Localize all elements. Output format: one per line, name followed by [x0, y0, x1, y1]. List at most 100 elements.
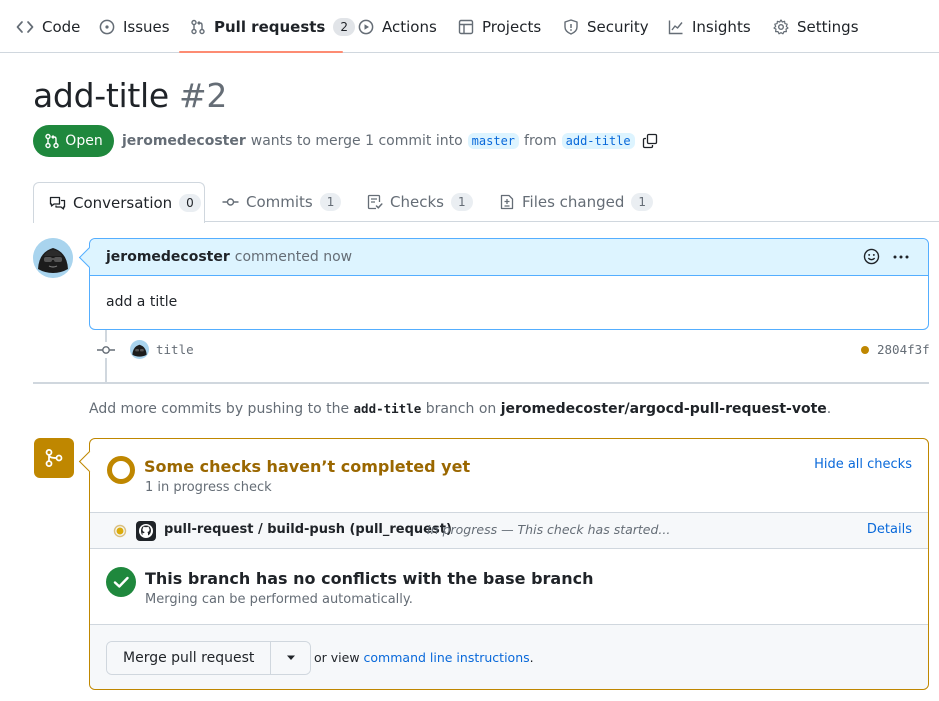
tab-checks-label: Checks	[390, 193, 444, 211]
hide-all-checks-link[interactable]: Hide all checks	[814, 457, 912, 472]
tab-conversation-label: Conversation	[73, 194, 173, 212]
commit-icon	[96, 342, 116, 358]
nav-settings-label: Settings	[797, 17, 859, 36]
kebab-horizontal-icon[interactable]	[892, 249, 910, 265]
pull-request-icon	[190, 19, 206, 35]
base-branch[interactable]: master	[467, 133, 520, 149]
nav-selected-underline	[179, 51, 343, 53]
pr-title: add-title #2	[33, 76, 227, 115]
tab-files-changed[interactable]: Files changed 1	[499, 182, 654, 222]
push-hint-prefix: Add more commits by pushing to the	[89, 401, 350, 417]
nav-code-label: Code	[42, 17, 81, 36]
check-status-text: In progress — This check has started...	[427, 522, 671, 537]
commit-message-link[interactable]: title	[156, 342, 194, 357]
tab-checks[interactable]: Checks 1	[367, 182, 473, 222]
shield-icon	[563, 18, 579, 35]
merge-button-group: Merge pull request	[106, 641, 312, 675]
tab-commits-label: Commits	[246, 193, 313, 211]
nav-security-label: Security	[587, 17, 649, 36]
graph-icon	[668, 19, 684, 35]
commit-sha-link[interactable]: 2804f3f	[877, 342, 930, 357]
commit-row: title 2804f3f	[96, 339, 930, 361]
pending-ring-icon	[106, 455, 136, 485]
conflicts-subtitle: Merging can be performed automatically.	[145, 592, 413, 607]
commit-icon	[222, 194, 239, 210]
tab-files-changed-count: 1	[631, 193, 654, 211]
cli-hint: or view command line instructions.	[314, 650, 534, 665]
commit-author-avatar[interactable]	[130, 340, 149, 359]
push-hint-suffix: .	[826, 401, 832, 417]
pr-state-label: Open	[65, 133, 103, 149]
checks-summary: Some checks haven’t completed yet 1 in p…	[90, 439, 928, 513]
checks-title: Some checks haven’t completed yet	[144, 457, 471, 476]
pr-meta: jeromedecoster wants to merge 1 commit i…	[122, 130, 658, 152]
nav-actions[interactable]: Actions	[358, 0, 437, 53]
nav-pull-requests-label: Pull requests	[214, 17, 326, 36]
nav-projects[interactable]: Projects	[458, 0, 541, 53]
merge-pull-request-button[interactable]: Merge pull request	[107, 642, 271, 674]
repo-nav: Code Issues Pull requests 2 Actions Proj…	[0, 0, 939, 53]
push-hint: Add more commits by pushing to the add-t…	[89, 401, 831, 417]
pr-author-link[interactable]: jeromedecoster	[122, 133, 246, 149]
cli-hint-suffix: .	[529, 650, 534, 665]
avatar[interactable]	[33, 238, 73, 278]
check-row: pull-request / build-push (pull_request)…	[90, 513, 928, 549]
check-details-link[interactable]: Details	[867, 522, 912, 537]
nav-actions-label: Actions	[382, 17, 437, 36]
triangle-down-icon	[286, 655, 296, 661]
comment-discussion-icon	[49, 195, 66, 211]
code-icon	[16, 19, 34, 35]
nav-pull-requests[interactable]: Pull requests 2	[190, 0, 356, 53]
nav-projects-label: Projects	[482, 17, 542, 36]
play-icon	[358, 19, 374, 35]
merge-method-dropdown[interactable]	[270, 642, 311, 674]
tab-commits[interactable]: Commits 1	[222, 182, 342, 222]
checks-subtitle: 1 in progress check	[145, 480, 272, 495]
pending-dot-icon[interactable]	[861, 346, 869, 354]
pr-from-text: from	[524, 133, 557, 149]
comment-author-link[interactable]: jeromedecoster	[106, 249, 230, 265]
pull-requests-count: 2	[333, 17, 356, 36]
nav-issues-label: Issues	[123, 17, 170, 36]
check-name[interactable]: pull-request / build-push (pull_request)	[164, 522, 452, 537]
merge-box: Some checks haven’t completed yet 1 in p…	[89, 438, 929, 690]
tab-files-changed-label: Files changed	[522, 193, 625, 211]
pr-title-text: add-title	[33, 76, 169, 115]
file-diff-icon	[499, 194, 515, 210]
timeline-end-divider	[33, 382, 929, 384]
nav-insights-label: Insights	[692, 17, 751, 36]
issue-icon	[99, 19, 115, 35]
push-hint-middle: branch on	[425, 401, 497, 417]
pr-number: #2	[179, 76, 228, 115]
tab-checks-count: 1	[450, 193, 473, 211]
tab-conversation[interactable]: Conversation 0	[33, 182, 205, 223]
smiley-icon[interactable]	[863, 248, 880, 265]
github-logo-icon	[136, 521, 156, 541]
comment-actions	[863, 248, 910, 265]
copy-icon[interactable]	[642, 133, 658, 149]
push-hint-repo-link[interactable]: jeromedecoster/argocd-pull-request-vote	[501, 401, 827, 417]
table-icon	[458, 19, 474, 35]
merge-status-icon	[34, 438, 74, 478]
merge-action-section: Merge pull request or view command line …	[90, 625, 928, 689]
command-line-instructions-link[interactable]: command line instructions	[364, 650, 530, 665]
head-branch[interactable]: add-title	[561, 133, 635, 149]
tab-commits-count: 1	[319, 193, 342, 211]
nav-insights[interactable]: Insights	[668, 0, 751, 53]
conflicts-section: This branch has no conflicts with the ba…	[90, 549, 928, 625]
nav-issues[interactable]: Issues	[99, 0, 170, 53]
comment-box: jeromedecoster commented now add a title	[89, 238, 929, 330]
cli-hint-prefix: or view	[314, 650, 360, 665]
nav-security[interactable]: Security	[563, 0, 649, 53]
nav-code[interactable]: Code	[16, 0, 80, 53]
comment-timestamp: commented now	[234, 249, 353, 265]
push-hint-branch: add-title	[353, 401, 422, 416]
in-progress-dot-icon	[113, 524, 127, 538]
pull-request-icon	[44, 133, 60, 149]
gear-icon	[773, 18, 789, 35]
nav-settings[interactable]: Settings	[773, 0, 859, 53]
pr-state-badge: Open	[33, 125, 114, 157]
check-circle-icon	[106, 567, 136, 597]
conflicts-title: This branch has no conflicts with the ba…	[145, 569, 594, 588]
comment-body: add a title	[106, 294, 178, 310]
